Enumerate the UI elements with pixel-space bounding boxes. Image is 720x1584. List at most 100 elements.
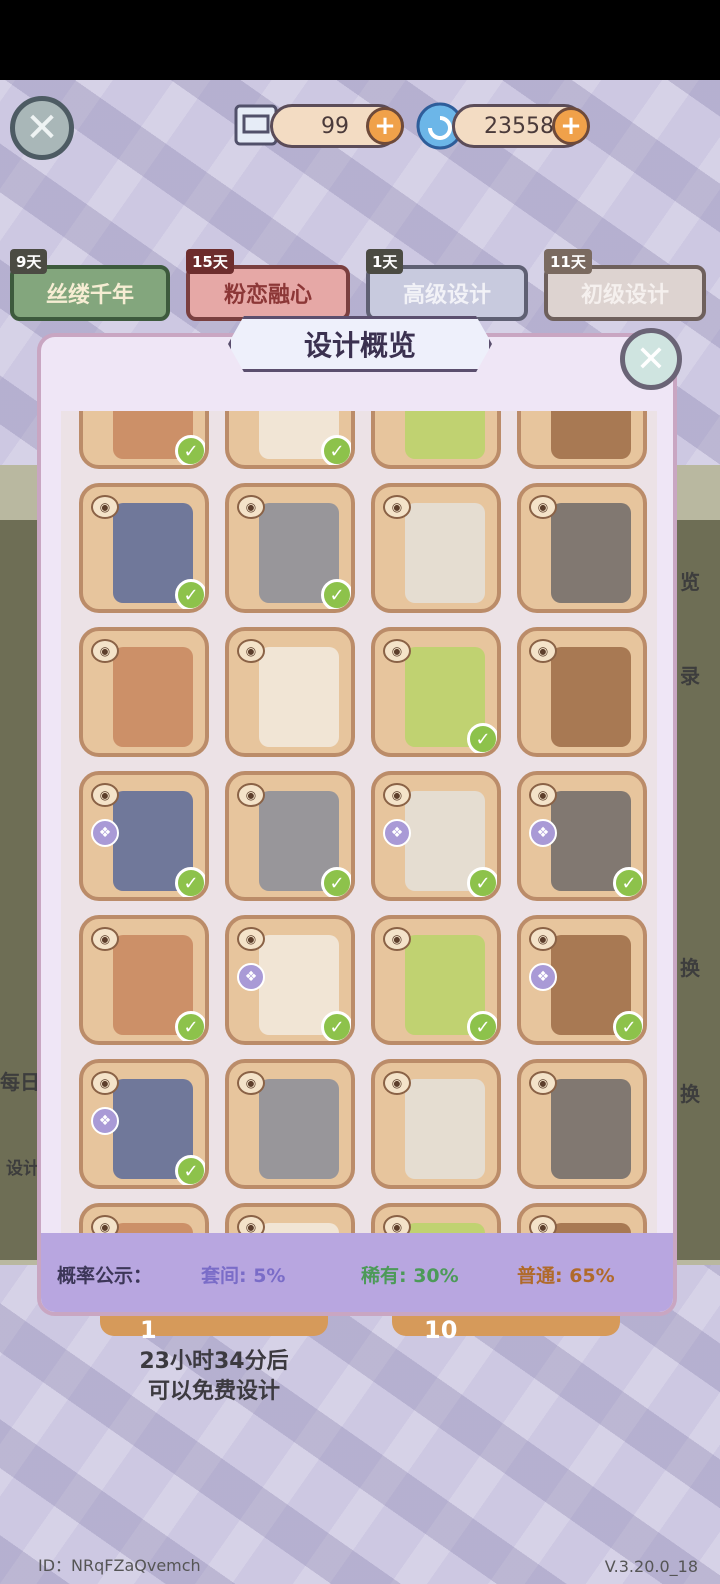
suite-badge-icon: ❖ — [383, 819, 411, 847]
furniture-item-image — [259, 647, 339, 747]
gem-count: 23558 — [484, 113, 554, 139]
furniture-item-image — [259, 1223, 339, 1233]
furniture-card[interactable]: ◉ — [517, 627, 647, 757]
eye-icon[interactable]: ◉ — [529, 783, 557, 807]
furniture-card[interactable]: ◉ — [79, 627, 209, 757]
furniture-item-image — [405, 503, 485, 603]
add-gem-button[interactable]: + — [552, 107, 590, 145]
furniture-card[interactable]: ◉ ❖ ✓ — [225, 915, 355, 1045]
eye-icon[interactable]: ◉ — [383, 495, 411, 519]
furniture-card[interactable]: ◉ — [371, 411, 501, 469]
suite-badge-icon: ❖ — [529, 963, 557, 991]
furniture-card[interactable]: ◉✓ — [225, 411, 355, 469]
furniture-card[interactable]: ◉ — [371, 1203, 501, 1233]
furniture-card[interactable]: ◉ — [225, 1059, 355, 1189]
eye-icon[interactable]: ◉ — [383, 1071, 411, 1095]
eye-icon[interactable]: ◉ — [529, 639, 557, 663]
eye-icon[interactable]: ◉ — [383, 1215, 411, 1233]
furniture-item-image — [551, 647, 631, 747]
close-icon: ✕ — [635, 338, 667, 380]
furniture-card[interactable]: ◉ ❖ ✓ — [79, 771, 209, 901]
probability-bar: 概率公示： 套间: 5% 稀有: 30% 普通: 65% — [41, 1233, 673, 1312]
player-id: ID：NRqFZaQvemch — [38, 1556, 201, 1575]
design-overview-modal: ◉✓◉✓◉◉◉✓◉✓◉◉◉◉◉✓◉◉❖✓◉✓◉❖✓◉❖✓◉✓◉❖✓◉✓◉❖✓◉❖… — [37, 333, 677, 1316]
plus-icon: + — [374, 111, 396, 141]
rare-rate: 稀有: 30% — [361, 1265, 459, 1287]
eye-icon[interactable]: ◉ — [529, 927, 557, 951]
furniture-card[interactable]: ◉ — [517, 1059, 647, 1189]
owned-check-icon: ✓ — [467, 867, 497, 897]
furniture-card[interactable]: ◉✓ — [225, 1203, 355, 1233]
furniture-card[interactable]: ◉✓ — [371, 627, 501, 757]
furniture-card[interactable]: ◉ ❖ ✓ — [79, 1059, 209, 1189]
tab-label: 粉恋融心 — [223, 283, 312, 308]
owned-check-icon: ✓ — [321, 1011, 351, 1041]
eye-icon[interactable]: ◉ — [237, 639, 265, 663]
tab-pink-love[interactable]: 15天 粉恋融心 — [186, 249, 350, 321]
furniture-item-image — [551, 411, 631, 459]
eye-icon[interactable]: ◉ — [529, 1071, 557, 1095]
tab-label: 初级设计 — [580, 283, 669, 308]
tab-advanced-design[interactable]: 1天 高级设计 — [366, 249, 528, 321]
tab-basic-design[interactable]: 11天 初级设计 — [544, 249, 706, 321]
plus-icon: + — [560, 111, 582, 141]
draw-ten-label: 10 — [424, 1316, 458, 1344]
furniture-item-image — [405, 411, 485, 459]
furniture-card[interactable]: ◉ ❖ ✓ — [371, 771, 501, 901]
eye-icon[interactable]: ◉ — [237, 783, 265, 807]
eye-icon[interactable]: ◉ — [529, 1215, 557, 1233]
furniture-item-image — [551, 1223, 631, 1233]
tab-silk[interactable]: 9天 丝缕千年 — [10, 249, 170, 321]
eye-icon[interactable]: ◉ — [91, 1071, 119, 1095]
eye-icon[interactable]: ◉ — [237, 1071, 265, 1095]
add-scroll-button[interactable]: + — [366, 107, 404, 145]
owned-check-icon: ✓ — [175, 579, 205, 609]
eye-icon[interactable]: ◉ — [237, 927, 265, 951]
furniture-card[interactable]: ◉✓ — [225, 483, 355, 613]
tab-days: 1天 — [366, 249, 404, 274]
draw-one-label: 1 — [140, 1316, 157, 1344]
eye-icon[interactable]: ◉ — [529, 495, 557, 519]
eye-icon[interactable]: ◉ — [91, 783, 119, 807]
eye-icon[interactable]: ◉ — [237, 1215, 265, 1233]
furniture-card[interactable]: ◉ — [517, 411, 647, 469]
eye-icon[interactable]: ◉ — [383, 783, 411, 807]
furniture-card[interactable]: ◉✓ — [79, 483, 209, 613]
furniture-card[interactable]: ◉ ❖ ✓ — [517, 771, 647, 901]
close-icon[interactable]: ✕ — [10, 96, 74, 160]
owned-check-icon: ✓ — [613, 867, 643, 897]
furniture-card[interactable]: ◉ ❖ ✓ — [517, 915, 647, 1045]
suite-badge-icon: ❖ — [91, 819, 119, 847]
tab-days: 9天 — [10, 249, 48, 274]
furniture-card[interactable]: ◉ — [371, 483, 501, 613]
furniture-card[interactable]: ◉✓ — [225, 771, 355, 901]
eye-icon[interactable]: ◉ — [91, 927, 119, 951]
furniture-card[interactable]: ◉ — [371, 1059, 501, 1189]
owned-check-icon: ✓ — [175, 867, 205, 897]
eye-icon[interactable]: ◉ — [237, 495, 265, 519]
furniture-card[interactable]: ◉✓ — [371, 915, 501, 1045]
eye-icon[interactable]: ◉ — [91, 1215, 119, 1233]
suite-badge-icon: ❖ — [91, 1107, 119, 1135]
scroll-count: 99 — [321, 113, 349, 139]
exchange-side-label: 换 — [680, 1082, 700, 1106]
probability-label: 概率公示： — [57, 1265, 153, 1287]
owned-check-icon: ✓ — [175, 1155, 205, 1185]
owned-check-icon: ✓ — [321, 867, 351, 897]
eye-icon[interactable]: ◉ — [383, 639, 411, 663]
furniture-card[interactable]: ◉ — [225, 627, 355, 757]
item-grid[interactable]: ◉✓◉✓◉◉◉✓◉✓◉◉◉◉◉✓◉◉❖✓◉✓◉❖✓◉❖✓◉✓◉❖✓◉✓◉❖✓◉❖… — [61, 411, 657, 1233]
eye-icon[interactable]: ◉ — [383, 927, 411, 951]
eye-icon[interactable]: ◉ — [91, 639, 119, 663]
eye-icon[interactable]: ◉ — [91, 495, 119, 519]
close-modal-button[interactable]: ✕ — [620, 328, 682, 390]
tab-label: 丝缕千年 — [45, 283, 134, 308]
furniture-card[interactable]: ◉✓ — [79, 915, 209, 1045]
free-design-timer: 23小时34分后 — [139, 1349, 289, 1374]
furniture-card[interactable]: ◉ — [79, 1203, 209, 1233]
furniture-card[interactable]: ◉ — [517, 483, 647, 613]
furniture-card[interactable]: ◉ — [517, 1203, 647, 1233]
furniture-card[interactable]: ◉✓ — [79, 411, 209, 469]
tab-label: 高级设计 — [402, 283, 491, 308]
status-bar — [0, 0, 720, 80]
